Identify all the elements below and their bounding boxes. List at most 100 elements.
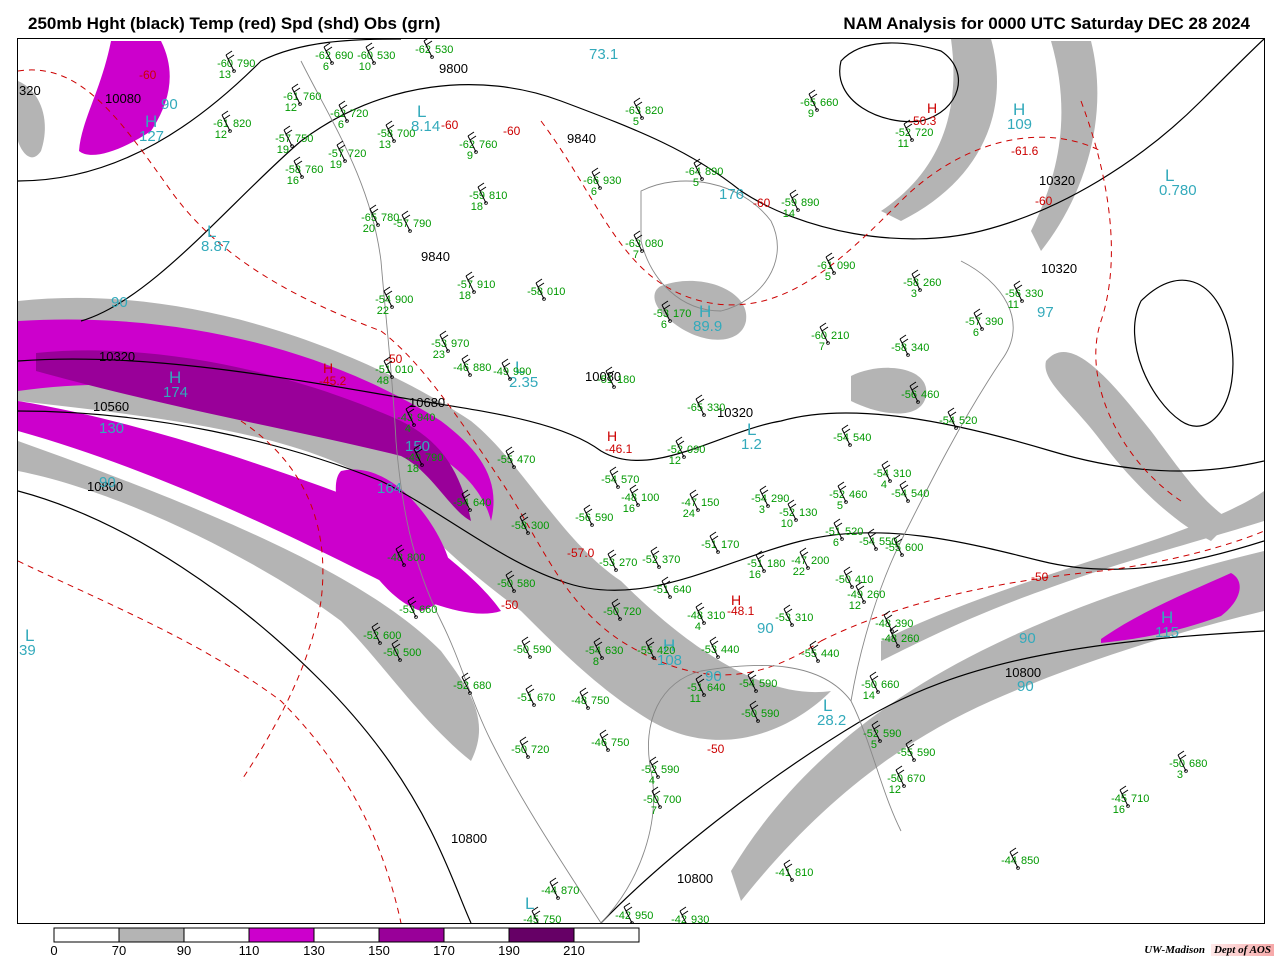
height-label: 10800 — [677, 871, 713, 886]
wind-barb-feather — [467, 131, 475, 137]
wind-barb-feather — [521, 636, 529, 642]
station-height: 310 — [707, 610, 725, 622]
station-height: 310 — [795, 612, 813, 624]
station-height: 330 — [707, 402, 725, 414]
wind-barb-feather — [599, 729, 607, 735]
station-dewpoint-depression: 12 — [285, 102, 297, 114]
station-plot: -52 4605 — [829, 481, 867, 512]
legend-swatch — [378, 927, 445, 943]
station-height: 580 — [517, 578, 535, 590]
station-plot: -51 640 — [653, 576, 691, 599]
wind-barb-feather — [809, 640, 817, 646]
station-height: 910 — [477, 279, 495, 291]
map-title: 250mb Hght (black) Temp (red) Spd (shd) … — [28, 14, 441, 33]
station-height: 890 — [705, 166, 723, 178]
temp-label: -50 — [707, 742, 725, 756]
wind-barb-feather — [423, 39, 428, 42]
wind-barb-feather — [579, 687, 587, 693]
station-dewpoint-depression: 7 — [819, 341, 825, 353]
station-height: 440 — [821, 648, 839, 660]
wind-barb-feather — [323, 42, 331, 48]
legend-tick-label: 110 — [239, 943, 260, 958]
speed-center-value: 90 — [111, 294, 128, 311]
station-height: 720 — [531, 744, 549, 756]
station-plot: -60 2107 — [811, 322, 849, 353]
credit-dept: Dept of AOS — [1210, 944, 1274, 956]
station-plot: -62 6906 — [315, 42, 353, 73]
station-height: 790 — [425, 452, 443, 464]
station-plot: -44 850 — [1001, 847, 1039, 870]
station-dewpoint-depression: 5 — [837, 500, 843, 512]
station-plot: -50 66014 — [861, 671, 899, 702]
speed-center-value: 90 — [1017, 678, 1034, 695]
station-plot: -42 950 — [615, 902, 653, 923]
station-height: 700 — [397, 128, 415, 140]
station-height: 720 — [348, 148, 366, 160]
station-plot: -61 0905 — [817, 252, 855, 283]
wind-barb-feather — [1009, 847, 1017, 853]
station-dewpoint-depression: 9 — [467, 150, 473, 162]
wind-barb-feather — [501, 358, 509, 364]
wind-barb-feather — [583, 504, 591, 510]
height-label: 10320 — [99, 349, 135, 364]
station-plot: -41 810 — [775, 859, 813, 882]
station-dewpoint-depression: 5 — [693, 177, 699, 189]
station-height: 710 — [1131, 793, 1149, 805]
station-height: 270 — [619, 557, 637, 569]
station-dewpoint-depression: 9 — [808, 108, 814, 120]
station-plot: -47 15024 — [681, 489, 719, 520]
station-height: 670 — [907, 773, 925, 785]
station-height: 390 — [985, 316, 1003, 328]
station-plot: -429304 — [671, 906, 709, 923]
station-height: 690 — [335, 50, 353, 62]
station-dewpoint-depression: 20 — [363, 223, 375, 235]
station-height: 090 — [837, 260, 855, 272]
wind-barb-feather — [439, 330, 447, 336]
station-plot: -46 750 — [591, 729, 629, 752]
station-dewpoint-depression: 18 — [459, 290, 471, 302]
station-dewpoint-depression: 6 — [338, 119, 344, 131]
station-plot: -57 72019 — [328, 140, 366, 171]
station-height: 760 — [479, 139, 497, 151]
speed-center-value: 28.2 — [817, 712, 846, 729]
station-plot: -54 570 — [601, 466, 639, 489]
legend-swatch — [248, 927, 315, 943]
wind-barb-feather — [633, 97, 641, 103]
speed-center-value: 8.87 — [201, 238, 230, 255]
station-height: 930 — [603, 175, 621, 187]
station-dewpoint-depression: 11 — [690, 693, 701, 705]
station-dewpoint-depression: 13 — [379, 139, 391, 151]
station-plot: -49 26012 — [847, 581, 885, 612]
station-dewpoint-depression: 5 — [871, 739, 877, 751]
station-height: 090 — [687, 444, 705, 456]
station-height: 810 — [489, 190, 507, 202]
station-height: 820 — [233, 118, 251, 130]
temp-label: -60 — [441, 118, 459, 132]
station-height: 640 — [673, 584, 691, 596]
station-height: 460 — [849, 489, 867, 501]
station-height: 750 — [295, 133, 313, 145]
station-height: 800 — [407, 552, 425, 564]
wind-barb-feather — [535, 278, 543, 284]
station-dewpoint-depression: 12 — [669, 455, 681, 467]
speed-center-value: 89.9 — [693, 318, 722, 335]
speed-center-value: 109 — [1007, 116, 1032, 133]
station-height: 590 — [661, 764, 679, 776]
height-label: 10320 — [1041, 261, 1077, 276]
speed-center-value: 130 — [99, 420, 124, 437]
station-height: 570 — [621, 474, 639, 486]
wind-barb-feather — [911, 269, 919, 275]
speed-center-value: 164 — [377, 480, 402, 497]
speed-center-value: 90 — [1019, 630, 1036, 647]
station-dewpoint-depression: 12 — [215, 129, 227, 141]
station-plot: -64 8905 — [685, 158, 723, 189]
station-plot: -58 010 — [527, 278, 565, 301]
speed-center-value: 174 — [163, 384, 188, 401]
station-height: 760 — [303, 91, 321, 103]
station-height: 630 — [605, 645, 623, 657]
wind-barb-feather — [291, 83, 299, 89]
speed-center-value: 1.2 — [741, 436, 762, 453]
station-dewpoint-depression: 12 — [849, 600, 861, 612]
height-contour — [839, 42, 959, 123]
legend-tick-label: 130 — [303, 943, 325, 958]
